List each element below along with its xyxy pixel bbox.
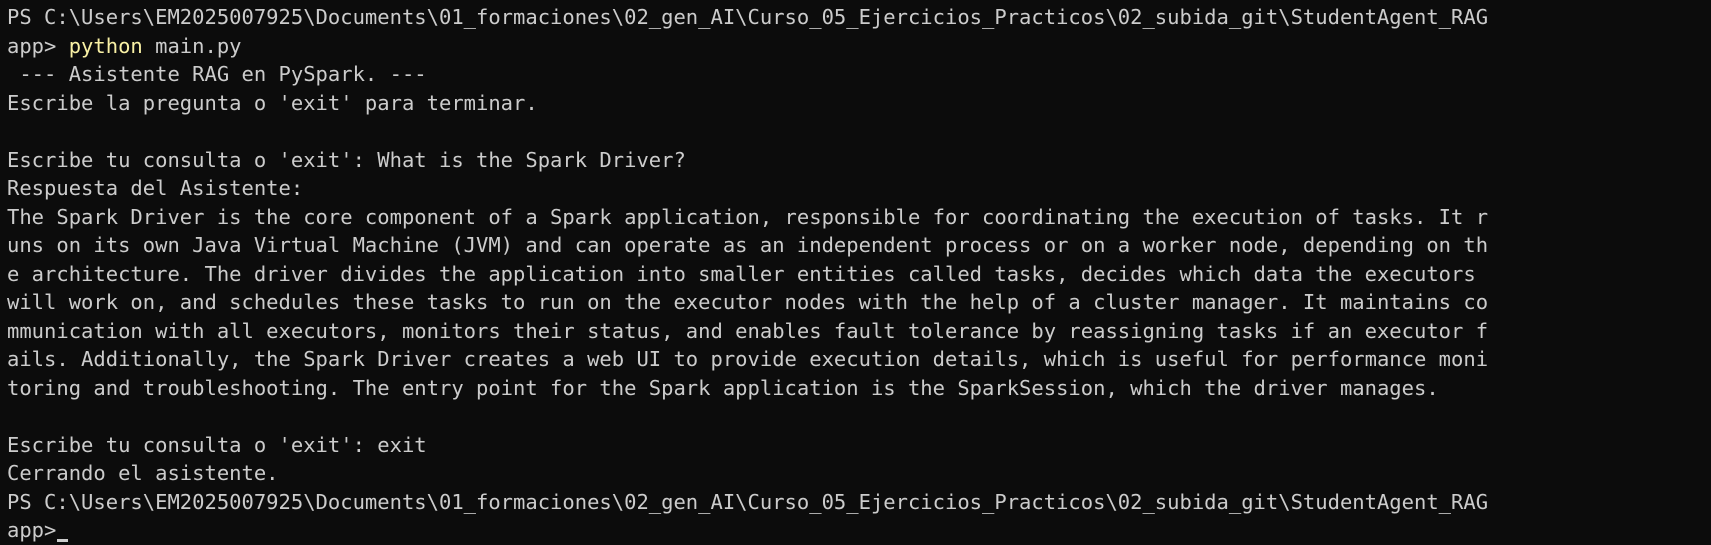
user-query-line: Escribe tu consulta o 'exit': What is th…	[7, 147, 686, 172]
user-exit-line: Escribe tu consulta o 'exit': exit	[7, 432, 427, 457]
app-banner: --- Asistente RAG en PySpark. ---	[7, 62, 427, 86]
prompt-path-line: PS C:\Users\EM2025007925\Documents\01_fo…	[7, 489, 1489, 514]
command-program: python	[68, 33, 143, 58]
command-args: main.py	[142, 33, 242, 58]
closing-message: Cerrando el asistente.	[7, 461, 279, 485]
answer-text-line: The Spark Driver is the core component o…	[7, 204, 1489, 229]
answer-text-line: e architecture. The driver divides the a…	[7, 261, 1476, 286]
prompt-suffix: app>	[7, 33, 69, 58]
answer-text-line: toring and troubleshooting. The entry po…	[7, 375, 1439, 400]
active-prompt-line[interactable]: app>	[7, 516, 1711, 545]
answer-heading: Respuesta del Asistente:	[7, 176, 304, 200]
prompt-path-line: PS C:\Users\EM2025007925\Documents\01_fo…	[7, 5, 1489, 29]
answer-text-line: will work on, and schedules these tasks …	[7, 290, 1489, 314]
answer-text-line: mmunication with all executors, monitors…	[7, 318, 1489, 343]
command-line: app> python main.py	[7, 32, 1711, 61]
answer-text-line: ails. Additionally, the Spark Driver cre…	[7, 347, 1489, 371]
prompt-suffix: app>	[7, 518, 57, 542]
app-instructions: Escribe la pregunta o 'exit' para termin…	[7, 90, 538, 115]
terminal-window[interactable]: PS C:\Users\EM2025007925\Documents\01_fo…	[0, 0, 1711, 542]
cursor-icon	[57, 539, 69, 542]
answer-text-line: uns on its own Java Virtual Machine (JVM…	[7, 233, 1489, 257]
